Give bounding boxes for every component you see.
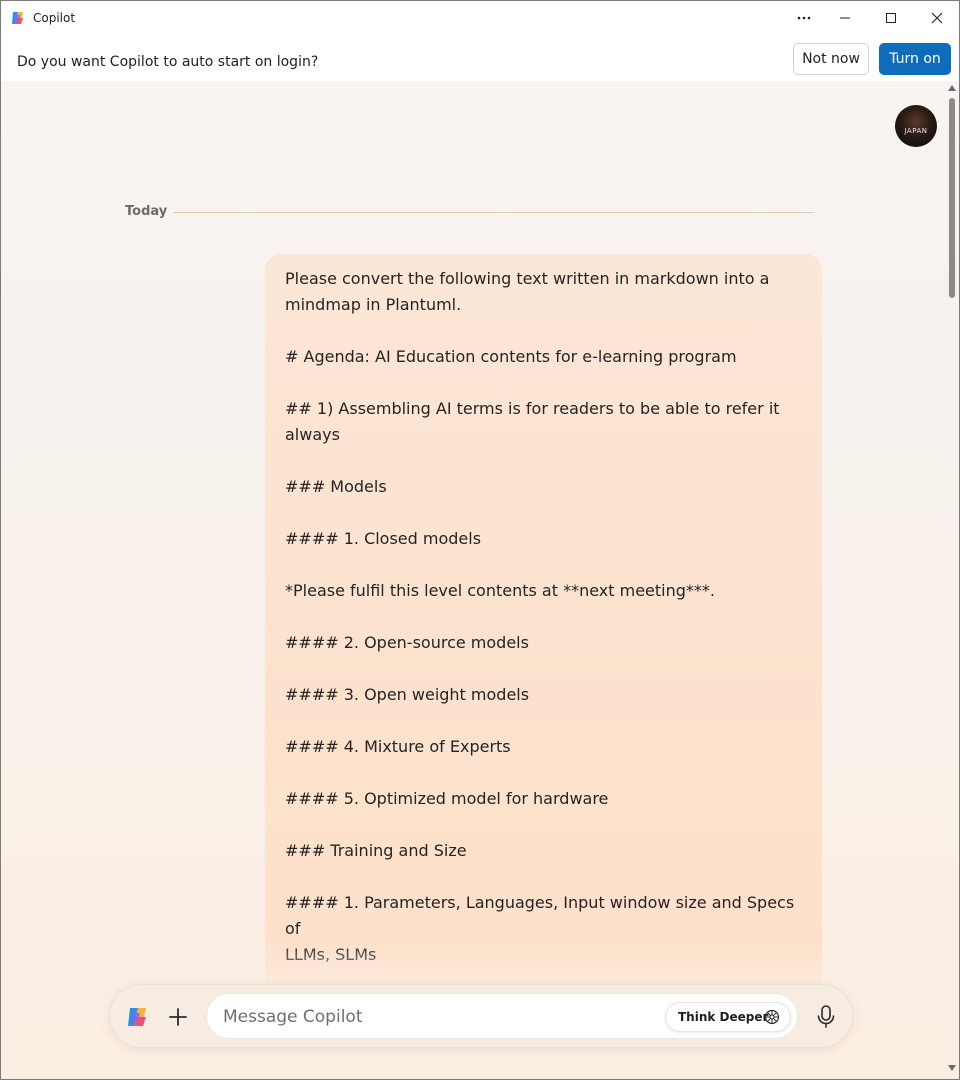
maximize-button[interactable] xyxy=(868,1,914,35)
think-deeper-button[interactable]: Think Deeper xyxy=(665,1002,791,1032)
window-title: Copilot xyxy=(33,11,76,25)
message-line: *Please fulfil this level contents at **… xyxy=(285,581,715,600)
minimize-icon xyxy=(840,17,850,19)
infobar-message: Do you want Copilot to auto start on log… xyxy=(17,54,319,70)
date-divider-label: Today xyxy=(125,204,168,219)
message-line xyxy=(285,708,802,734)
message-line: ## 1) Assembling AI terms is for readers… xyxy=(285,399,780,418)
copilot-logo-icon xyxy=(12,12,23,24)
date-divider-line xyxy=(173,212,814,213)
vertical-scrollbar[interactable] xyxy=(945,81,959,1079)
message-line: #### 5. Optimized model for hardware xyxy=(285,789,609,808)
close-icon xyxy=(931,12,943,24)
message-line xyxy=(285,760,802,786)
not-now-button[interactable]: Not now xyxy=(793,43,869,75)
user-avatar[interactable]: JAPAN xyxy=(895,105,937,147)
avatar-text: JAPAN xyxy=(904,127,928,135)
minimize-button[interactable] xyxy=(822,1,868,35)
microphone-icon[interactable] xyxy=(814,1004,838,1030)
message-line xyxy=(285,318,802,344)
message-line xyxy=(285,370,802,396)
add-attachment-icon[interactable] xyxy=(166,1005,190,1029)
message-line: ### Training and Size xyxy=(285,841,467,860)
message-input[interactable]: Message Copilot Think Deeper xyxy=(206,993,798,1039)
maximize-icon xyxy=(886,13,896,23)
scroll-up-icon[interactable] xyxy=(948,85,956,91)
more-options-button[interactable] xyxy=(781,1,827,35)
message-line: #### 3. Open weight models xyxy=(285,685,530,704)
message-composer: Message Copilot Think Deeper xyxy=(109,984,853,1048)
user-message-bubble: Please convert the following text writte… xyxy=(265,254,822,1014)
message-line: mindmap in Plantuml. xyxy=(285,295,462,314)
message-line: #### 1. Closed models xyxy=(285,529,482,548)
copilot-logo-icon[interactable] xyxy=(126,1006,150,1028)
turn-on-button[interactable]: Turn on xyxy=(879,43,951,75)
message-line: #### 1. Parameters, Languages, Input win… xyxy=(285,893,800,938)
autostart-infobar: Do you want Copilot to auto start on log… xyxy=(1,35,959,81)
message-line xyxy=(285,500,802,526)
message-line: Please convert the following text writte… xyxy=(285,269,770,288)
message-input-placeholder: Message Copilot xyxy=(223,1007,363,1027)
message-line: ### Models xyxy=(285,477,387,496)
close-button[interactable] xyxy=(914,1,959,35)
copilot-window: Copilot Do you want Copilot to auto star… xyxy=(0,0,960,1080)
more-options-icon xyxy=(797,16,811,20)
title-bar: Copilot xyxy=(1,1,959,35)
user-message-text: Please convert the following text writte… xyxy=(285,266,802,1014)
message-line xyxy=(285,552,802,578)
think-deeper-icon xyxy=(764,1009,780,1025)
message-line: #### 2. Open-source models xyxy=(285,633,529,652)
message-line xyxy=(285,604,802,630)
message-line: always xyxy=(285,425,340,444)
message-line: # Agenda: AI Education contents for e-le… xyxy=(285,347,737,366)
message-line: #### 4. Mixture of Experts xyxy=(285,737,511,756)
message-line xyxy=(285,656,802,682)
message-line xyxy=(285,864,802,890)
message-line xyxy=(285,812,802,838)
scrollbar-thumb[interactable] xyxy=(949,98,955,298)
think-deeper-label: Think Deeper xyxy=(678,1010,769,1024)
scroll-down-icon[interactable] xyxy=(948,1065,956,1071)
message-line xyxy=(285,448,802,474)
